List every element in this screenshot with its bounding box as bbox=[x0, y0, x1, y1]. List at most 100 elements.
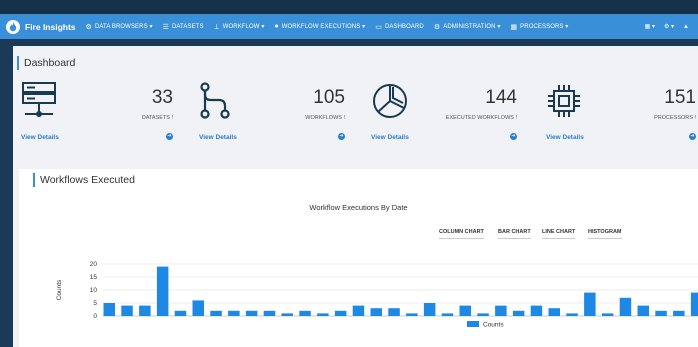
bar bbox=[103, 303, 115, 316]
bar bbox=[619, 297, 632, 316]
bar bbox=[263, 310, 276, 316]
nav-administration[interactable]: ⚙ ADMINISTRATION ▾ bbox=[434, 23, 501, 31]
main-content: Dashboard 33 DATASETS ! View Details ➜ 1… bbox=[13, 46, 698, 347]
y-tick-label: 0 bbox=[93, 313, 97, 320]
dashboard-icon: ▭ bbox=[375, 23, 382, 31]
view-details-link[interactable]: View Details bbox=[199, 134, 237, 141]
bar bbox=[281, 313, 293, 316]
workflow-icon: ⊥ bbox=[213, 23, 220, 31]
bar bbox=[192, 300, 204, 316]
workflow-graph-icon bbox=[199, 81, 233, 126]
nav-label: WORKFLOW ▾ bbox=[222, 24, 265, 30]
settings-menu-icon[interactable]: ⚙ ▾ bbox=[664, 23, 674, 30]
nav-label: WORKFLOW EXECUTIONS ▾ bbox=[281, 24, 366, 30]
nav-data-browsers[interactable]: ⚙ DATA BROWSERS ▾ bbox=[86, 23, 153, 31]
nav-right-tools: ▦ ▾ ⚙ ▾ ▲ bbox=[645, 14, 698, 39]
arrow-right-icon[interactable]: ➜ bbox=[689, 133, 696, 140]
nav-label: ADMINISTRATION ▾ bbox=[443, 24, 501, 30]
bar bbox=[673, 310, 685, 316]
user-menu-icon[interactable]: ▲ bbox=[683, 24, 689, 30]
bar bbox=[530, 305, 543, 316]
bar bbox=[655, 310, 667, 316]
data-browsers-icon: ⚙ bbox=[85, 23, 92, 31]
bar bbox=[317, 313, 329, 316]
bar bbox=[174, 310, 187, 316]
y-tick-label: 15 bbox=[90, 274, 98, 281]
bar bbox=[566, 313, 578, 316]
bar bbox=[370, 308, 382, 316]
pie-chart-icon bbox=[371, 81, 409, 126]
y-tick-label: 10 bbox=[90, 287, 98, 294]
bar bbox=[121, 305, 133, 316]
bar bbox=[210, 310, 222, 316]
stat-label: DATASETS ! bbox=[141, 115, 173, 121]
nav-label: DATA BROWSERS ▾ bbox=[94, 24, 153, 30]
apps-menu-icon[interactable]: ▦ ▾ bbox=[645, 23, 655, 30]
nav-label: DASHBOARD bbox=[384, 23, 424, 30]
stat-label: EXECUTED WORKFLOWS ! bbox=[445, 115, 517, 121]
stat-number: 33 bbox=[151, 87, 173, 108]
workflows-executed-panel: Workflows Executed Workflow Executions B… bbox=[19, 169, 698, 347]
bar bbox=[334, 310, 347, 316]
stat-number: 105 bbox=[313, 87, 345, 108]
bar bbox=[352, 305, 365, 316]
nav-datasets[interactable]: ☰ DATASETS bbox=[163, 23, 204, 31]
nav-processors[interactable]: ▦ PROCESSORS ▾ bbox=[510, 23, 568, 31]
bar bbox=[406, 313, 418, 316]
stat-number: 144 bbox=[485, 87, 517, 108]
app-name: Fire Insights bbox=[25, 21, 76, 32]
bar bbox=[423, 303, 436, 316]
bar bbox=[156, 266, 169, 316]
y-axis-label: Counts bbox=[56, 279, 63, 300]
bar bbox=[512, 310, 525, 316]
workflow-executions-chart: 0 5 10 15 20 Counts Counts bbox=[56, 261, 698, 329]
stat-card-workflows: 105 WORKFLOWS ! View Details ➜ bbox=[199, 81, 345, 145]
top-navbar: Fire Insights ⚙ DATA BROWSERS ▾ ☰ DATASETS… bbox=[0, 14, 698, 39]
view-details-link[interactable]: View Details bbox=[21, 134, 59, 141]
bar bbox=[477, 313, 489, 316]
nav-dashboard[interactable]: ▭ DASHBOARD bbox=[375, 23, 424, 31]
page-title: Dashboard bbox=[17, 56, 75, 70]
stat-number: 151 bbox=[664, 87, 696, 108]
arrow-right-icon[interactable]: ➜ bbox=[338, 133, 345, 140]
processors-icon: ▦ bbox=[510, 23, 518, 31]
nav-label: PROCESSORS ▾ bbox=[520, 24, 569, 30]
nav-workflow[interactable]: ⊥ WORKFLOW ▾ bbox=[214, 23, 265, 31]
view-details-link[interactable]: View Details bbox=[546, 134, 584, 141]
datasets-icon: ☰ bbox=[162, 23, 169, 31]
stat-card-processors: 151 PROCESSORS ! View Details ➜ bbox=[546, 81, 696, 145]
bar bbox=[245, 310, 258, 316]
legend-swatch bbox=[467, 321, 479, 327]
window-top-strip bbox=[0, 0, 698, 14]
bar bbox=[601, 313, 614, 316]
arrow-right-icon[interactable]: ➜ bbox=[166, 133, 173, 140]
flame-logo-icon bbox=[6, 19, 20, 34]
stat-label: PROCESSORS ! bbox=[654, 115, 696, 121]
legend-label: Counts bbox=[483, 322, 504, 329]
bar bbox=[139, 305, 151, 316]
bar bbox=[690, 292, 698, 316]
bar bbox=[637, 305, 649, 316]
chip-icon bbox=[546, 81, 582, 126]
stat-label: WORKFLOWS ! bbox=[305, 115, 345, 121]
stat-card-datasets: 33 DATASETS ! View Details ➜ bbox=[21, 81, 173, 145]
nav-label: DATASETS bbox=[171, 23, 204, 30]
bar bbox=[388, 308, 400, 316]
brand[interactable]: Fire Insights bbox=[6, 19, 76, 34]
view-details-link[interactable]: View Details bbox=[371, 134, 409, 141]
y-tick-label: 5 bbox=[93, 300, 97, 307]
bar bbox=[495, 305, 507, 316]
bar bbox=[548, 308, 560, 316]
y-tick-label: 20 bbox=[90, 261, 98, 268]
workflow-executions-icon: ● bbox=[274, 23, 279, 30]
bar bbox=[299, 310, 311, 316]
bar bbox=[228, 310, 240, 316]
administration-icon: ⚙ bbox=[433, 23, 441, 31]
bar bbox=[459, 305, 471, 316]
bar bbox=[441, 313, 454, 316]
arrow-right-icon[interactable]: ➜ bbox=[510, 133, 517, 140]
nav-workflow-executions[interactable]: ● WORKFLOW EXECUTIONS ▾ bbox=[274, 23, 365, 30]
stat-card-executed-workflows: 144 EXECUTED WORKFLOWS ! View Details ➜ bbox=[371, 81, 517, 145]
bar bbox=[584, 292, 596, 316]
server-icon bbox=[21, 81, 57, 126]
